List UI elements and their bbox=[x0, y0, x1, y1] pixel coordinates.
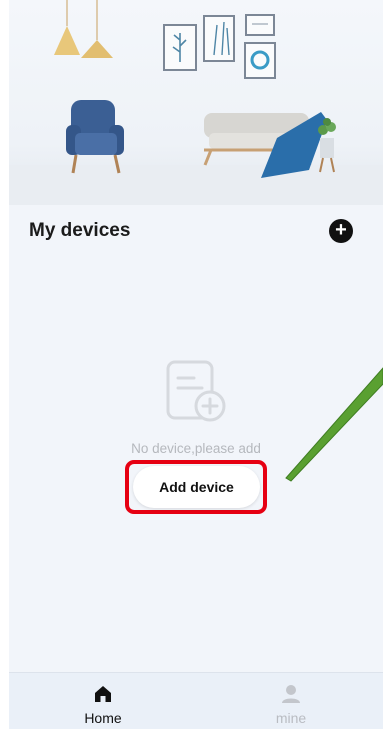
app-screen: My devices + No device,please add Add de… bbox=[9, 0, 383, 729]
user-icon bbox=[282, 685, 300, 703]
home-icon bbox=[95, 686, 111, 702]
nav-item-home[interactable]: Home bbox=[43, 673, 163, 729]
bottom-nav: Home mine bbox=[9, 672, 383, 729]
nav-item-mine[interactable]: mine bbox=[231, 673, 351, 729]
nav-label-mine: mine bbox=[275, 710, 307, 726]
nav-label-home: Home bbox=[84, 710, 122, 726]
pointer-arrow bbox=[285, 367, 383, 482]
